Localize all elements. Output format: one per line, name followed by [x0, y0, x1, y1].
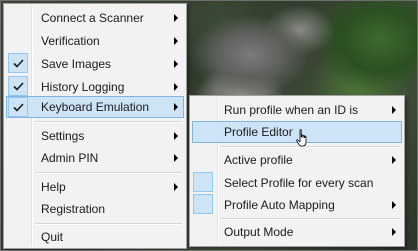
menu-item-quit[interactable]: Quit — [6, 226, 184, 248]
menu-item-label: Admin PIN — [41, 151, 99, 165]
chevron-right-icon — [174, 14, 178, 22]
checkmark-icon — [8, 76, 28, 96]
submenu-item-select-profile-every-scan[interactable]: Select Profile for every scan — [192, 172, 402, 194]
chevron-right-icon — [174, 103, 178, 111]
submenu-item-active-profile[interactable]: Active profile — [192, 149, 402, 171]
chevron-right-icon — [174, 154, 178, 162]
menu-item-label: Profile Auto Mapping — [224, 198, 335, 212]
context-menu: Connect a Scanner Verification Save Imag… — [3, 3, 187, 249]
submenu-item-profile-auto-mapping[interactable]: Profile Auto Mapping — [192, 194, 402, 216]
menu-item-label: Run profile when an ID is — [224, 103, 359, 117]
menu-item-label: Keyboard Emulation — [41, 100, 150, 114]
chevron-right-icon — [392, 228, 396, 236]
menu-item-label: Settings — [41, 129, 85, 143]
chevron-right-icon — [174, 60, 178, 68]
mouse-pointer-icon — [296, 129, 307, 147]
chevron-right-icon — [174, 183, 178, 191]
menu-separator — [220, 146, 400, 148]
menu-item-verification[interactable]: Verification — [6, 30, 184, 52]
menu-item-label: Connect a Scanner — [41, 11, 144, 25]
menu-item-admin-pin[interactable]: Admin PIN — [6, 147, 184, 169]
menu-item-label: Registration — [41, 202, 106, 216]
menu-item-help[interactable]: Help — [6, 176, 184, 198]
menu-item-label: Select Profile for every scan — [224, 176, 374, 190]
menu-item-save-images[interactable]: Save Images — [6, 53, 184, 75]
menu-item-label: Verification — [41, 34, 100, 48]
submenu-item-run-profile[interactable]: Run profile when an ID is — [192, 99, 402, 121]
chevron-right-icon — [392, 156, 396, 164]
menu-item-label: Active profile — [224, 153, 293, 167]
chevron-right-icon — [392, 201, 396, 209]
menu-item-label: Help — [41, 180, 66, 194]
menu-item-history-logging[interactable]: History Logging — [6, 76, 184, 98]
menu-item-label: Save Images — [41, 57, 112, 71]
chevron-right-icon — [174, 37, 178, 45]
submenu-item-output-mode[interactable]: Output Mode — [192, 221, 402, 243]
menu-separator — [35, 223, 182, 225]
menu-item-settings[interactable]: Settings — [6, 125, 184, 147]
menu-item-registration[interactable]: Registration — [6, 198, 184, 220]
checkbox-empty-icon — [193, 172, 213, 192]
menu-separator — [220, 218, 400, 220]
menu-separator — [35, 121, 182, 123]
checkbox-empty-icon — [193, 194, 213, 214]
checkmark-icon — [8, 97, 28, 117]
menu-item-label: Output Mode — [224, 225, 294, 239]
checkmark-icon — [8, 53, 28, 73]
menu-item-label: History Logging — [41, 80, 125, 94]
menu-item-connect-a-scanner[interactable]: Connect a Scanner — [6, 7, 184, 29]
chevron-right-icon — [174, 132, 178, 140]
menu-item-keyboard-emulation[interactable]: Keyboard Emulation — [6, 96, 184, 118]
keyboard-emulation-submenu: Run profile when an ID is Profile Editor… — [189, 95, 405, 247]
chevron-right-icon — [174, 83, 178, 91]
chevron-right-icon — [392, 106, 396, 114]
menu-item-label: Profile Editor — [224, 125, 293, 139]
menu-separator — [35, 172, 182, 174]
menu-item-label: Quit — [41, 230, 64, 244]
